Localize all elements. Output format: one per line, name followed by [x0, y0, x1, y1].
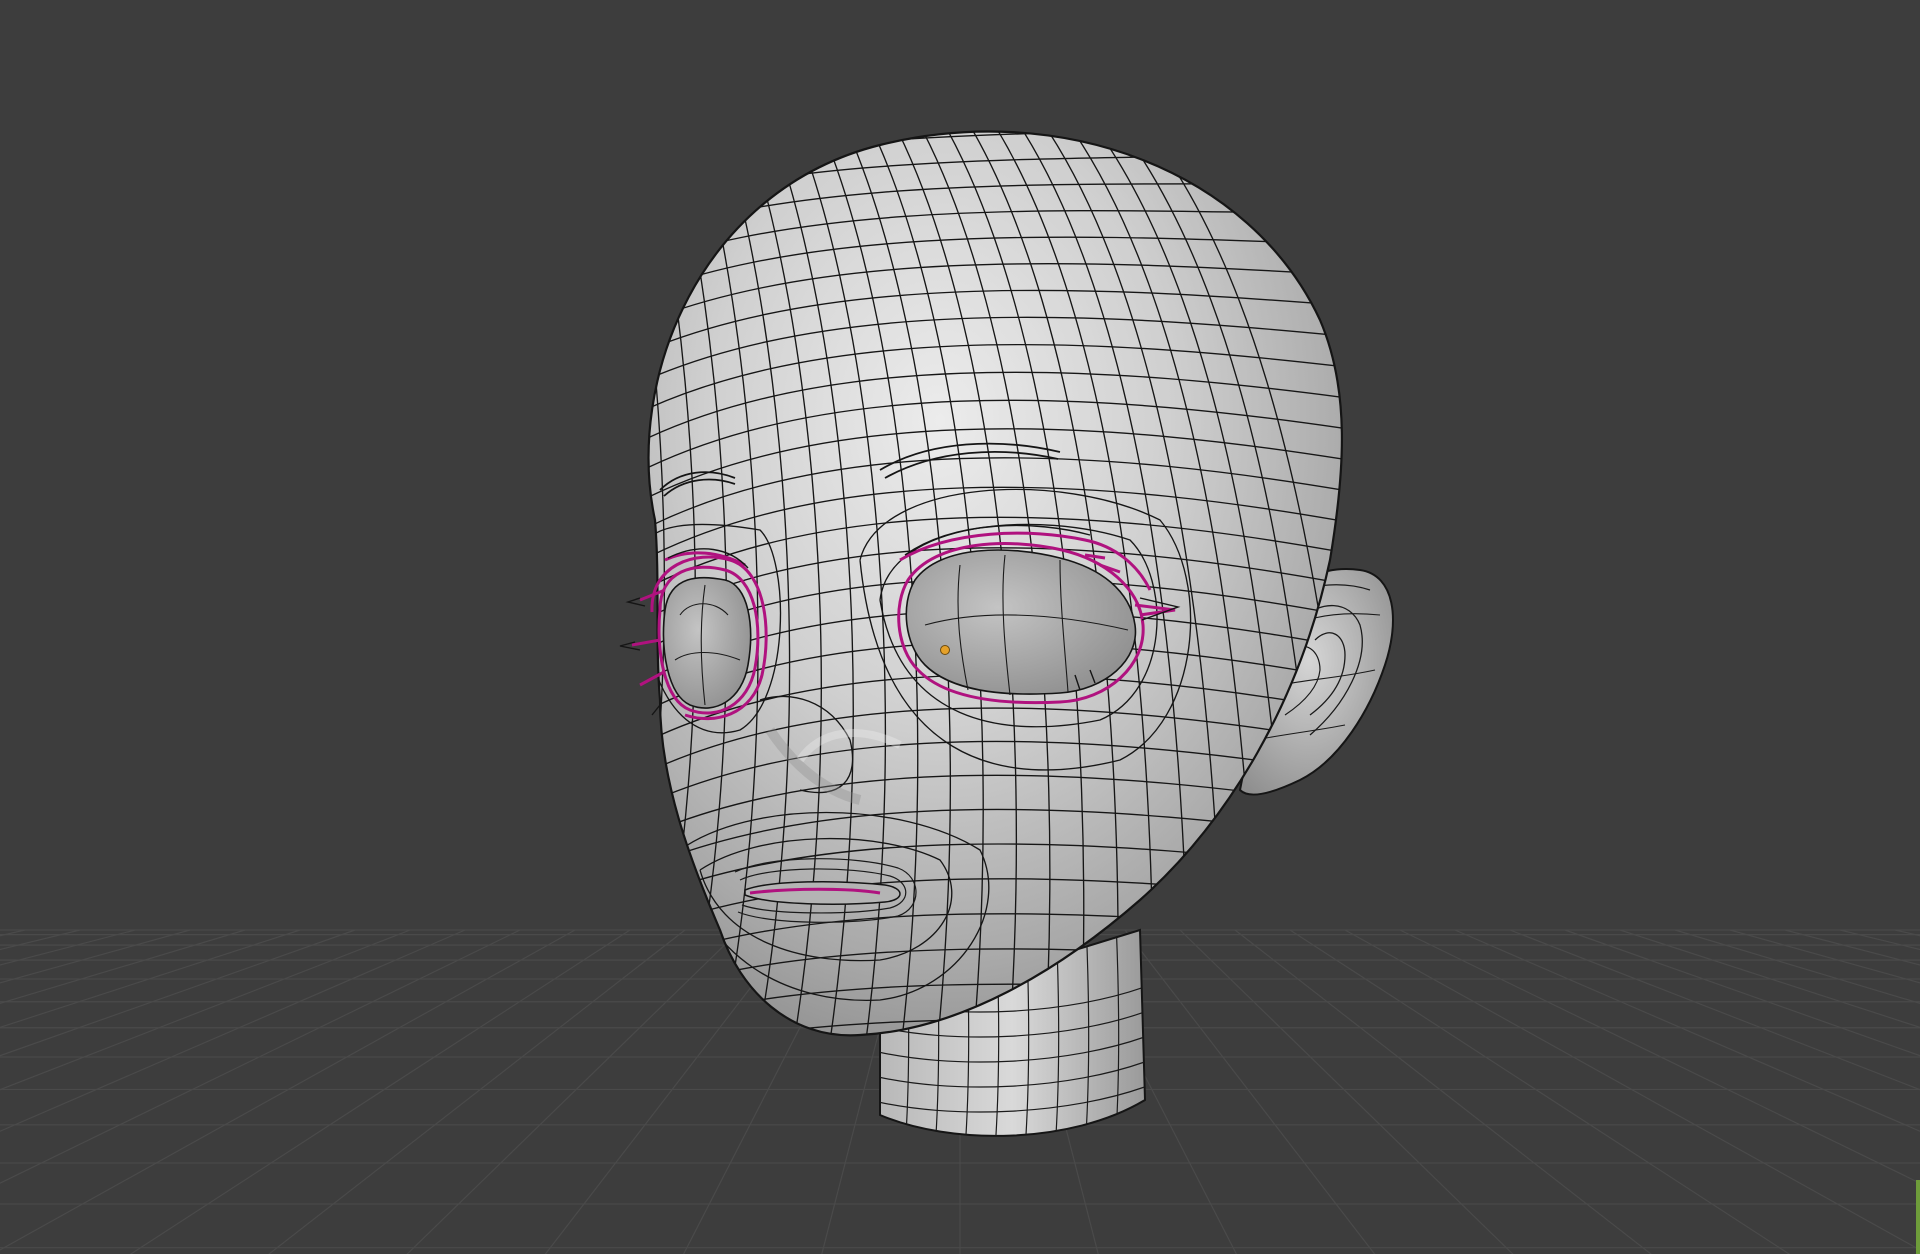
- 3d-viewport[interactable]: [0, 0, 1920, 1254]
- viewport-scene[interactable]: [0, 0, 1920, 1254]
- window-edge-accent: [1916, 1180, 1920, 1254]
- eye-socket-right[interactable]: [662, 576, 752, 709]
- object-origin-dot[interactable]: [940, 645, 950, 655]
